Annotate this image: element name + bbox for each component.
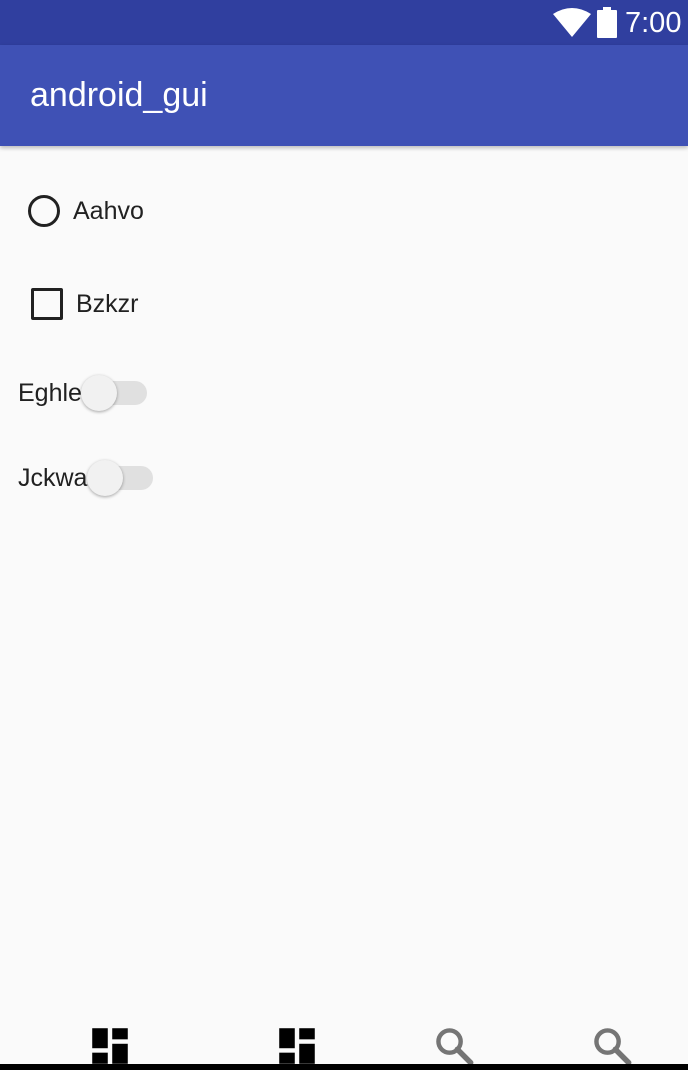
app-bar: android_gui [0,45,688,146]
switch-label: Eghle [18,378,82,407]
checkbox-label: Bzkzr [76,289,139,318]
battery-icon [597,7,617,38]
status-time: 7:00 [625,7,682,39]
switch-label: Jckwa [18,463,88,492]
switch-row-jckwa[interactable]: Jckwa [18,458,154,498]
radio-label: Aahvo [73,196,144,225]
screen: 7:00 android_gui Aahvo Bzkzr Eghle Jckwa [0,0,688,1070]
radio-button-aahvo[interactable]: Aahvo [28,191,144,231]
switch-jckwa[interactable] [87,458,154,498]
radio-circle-icon[interactable] [28,195,60,227]
checkbox-square-icon[interactable] [31,288,63,320]
dashboard-icon[interactable] [90,1026,130,1066]
search-icon[interactable] [592,1026,632,1066]
wifi-icon [553,8,591,37]
checkbox-bzkzr[interactable]: Bzkzr [31,284,139,324]
dashboard-icon[interactable] [277,1026,317,1066]
status-bar: 7:00 [0,0,688,45]
nav-bottom-line [0,1064,688,1070]
switch-thumb[interactable] [80,375,117,411]
switch-thumb[interactable] [87,460,124,496]
app-title: android_gui [30,76,208,114]
search-icon[interactable] [434,1026,474,1066]
switch-row-eghle[interactable]: Eghle [18,373,147,413]
switch-eghle[interactable] [80,373,147,413]
bottom-navigation [0,1010,688,1070]
